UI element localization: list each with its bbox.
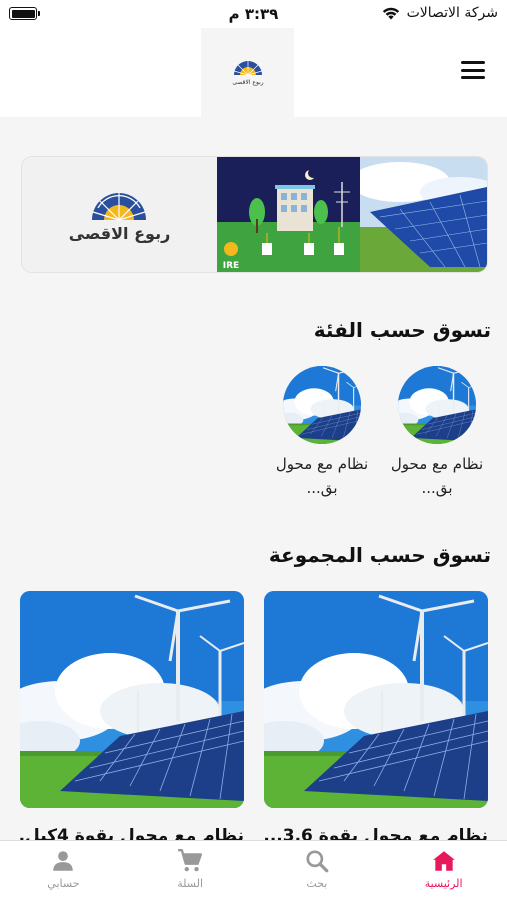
hamburger-icon — [461, 61, 485, 64]
category-item[interactable]: نظام مع محول بق... — [387, 366, 487, 500]
tab-account[interactable]: حسابي — [0, 841, 127, 900]
svg-text:IRE: IRE — [223, 261, 239, 271]
category-thumbnail — [398, 366, 476, 444]
logo-sun-icon: ربوع الاقصى — [232, 60, 263, 86]
status-bar: ٣:٣٩ م شركة الاتصالات — [0, 0, 507, 28]
collection-card[interactable]: نظام مع محول بقوة 4كيل... — [20, 591, 244, 846]
cart-icon — [178, 848, 203, 872]
menu-button[interactable] — [461, 59, 485, 81]
status-carrier: شركة الاتصالات — [381, 5, 498, 21]
collection-card[interactable]: نظام مع محول بقوة 3.6... — [264, 591, 488, 846]
carrier-name: شركة الاتصالات — [406, 5, 498, 21]
home-icon — [432, 851, 455, 871]
banner-logo: ربوع الاقصى — [22, 157, 217, 272]
categories-section-title: تسوق حسب الفئة — [313, 318, 491, 342]
banner-system-diagram: IRE — [217, 157, 360, 272]
tab-search[interactable]: بحث — [254, 841, 381, 900]
banner-sun-logo-icon — [92, 193, 147, 221]
category-item[interactable]: نظام مع محول بق... — [272, 366, 372, 500]
promo-banner[interactable]: ربوع الاقصى IRE — [22, 157, 487, 272]
app-header: ربوع الاقصى — [0, 28, 507, 117]
tab-account-label: حسابي — [47, 877, 80, 890]
header-logo[interactable]: ربوع الاقصى — [201, 28, 294, 117]
bottom-tab-bar: الرئيسية بحث السلة حسابي — [0, 840, 507, 900]
category-thumbnail — [283, 366, 361, 444]
category-name: نظام مع محول بق... — [275, 455, 369, 497]
search-icon — [306, 850, 329, 873]
tab-home-label: الرئيسية — [424, 877, 463, 890]
user-icon — [53, 851, 74, 871]
tab-cart-label: السلة — [177, 877, 204, 890]
banner-solar-photo — [360, 157, 487, 272]
category-name: نظام مع محول بق... — [390, 455, 484, 497]
tab-cart[interactable]: السلة — [127, 841, 254, 900]
wifi-icon — [382, 7, 399, 20]
tab-home[interactable]: الرئيسية — [380, 841, 507, 900]
tab-search-label: بحث — [306, 877, 328, 890]
svg-text:ربوع الاقصى: ربوع الاقصى — [232, 79, 263, 86]
collection-image — [264, 591, 488, 808]
collections-section-title: تسوق حسب المجموعة — [268, 543, 491, 567]
collection-image — [20, 591, 244, 808]
banner-logo-text: ربوع الاقصى — [68, 224, 171, 243]
